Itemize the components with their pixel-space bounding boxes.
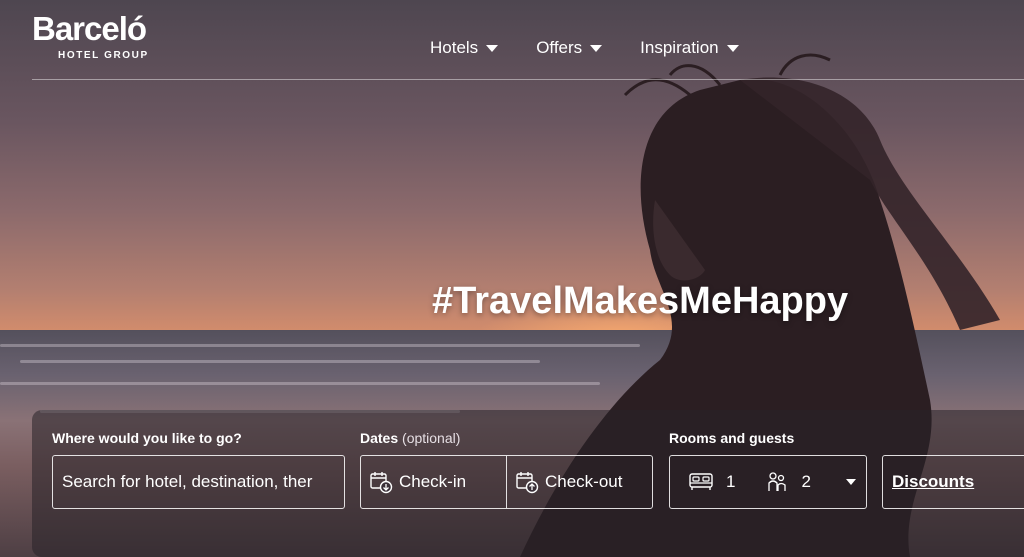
calendar-down-icon [370,472,393,494]
dates-field: Check-in Check-out [360,455,653,509]
destination-field[interactable] [52,455,345,509]
discounts-button[interactable]: Discounts [882,455,1024,509]
caret-down-icon [726,44,739,52]
nav-item-hotels[interactable]: Hotels [430,38,499,58]
nav-item-label: Inspiration [640,38,719,57]
nav-item-offers[interactable]: Offers [536,38,603,58]
caret-down-icon [590,44,603,52]
people-icon [768,472,787,491]
brand-name: Barceló [32,10,147,47]
caret-down-icon [846,479,856,485]
destination-input[interactable] [62,472,344,492]
nav-item-label: Offers [536,38,583,57]
checkin-label: Check-in [399,472,467,491]
brand-logo[interactable]: Barceló HOTEL GROUP [32,10,172,62]
dates-label-text: Dates [360,430,399,446]
nav-item-label: Hotels [430,38,479,57]
destination-label: Where would you like to go? [52,430,242,446]
checkout-label: Check-out [545,472,623,491]
main-nav: Hotels Offers Inspiration [430,38,739,58]
rooms-label: Rooms and guests [669,430,795,446]
rooms-count: 1 [726,472,736,491]
bed-icon [689,473,713,490]
calendar-up-icon [516,472,539,494]
brand-subtitle: HOTEL GROUP [58,50,149,61]
checkout-button[interactable]: Check-out [507,456,652,508]
dates-label: Dates (optional) [360,430,460,446]
discounts-label: Discounts [892,472,975,491]
rooms-guests-selector[interactable]: 1 2 [669,455,867,509]
nav-item-inspiration[interactable]: Inspiration [640,38,739,58]
hero-hashtag: #TravelMakesMeHappy [432,280,849,322]
dates-optional-text: (optional) [402,430,461,446]
guests-count: 2 [801,472,811,491]
caret-down-icon [486,44,499,52]
nav-divider [32,79,1024,80]
checkin-button[interactable]: Check-in [361,456,507,508]
